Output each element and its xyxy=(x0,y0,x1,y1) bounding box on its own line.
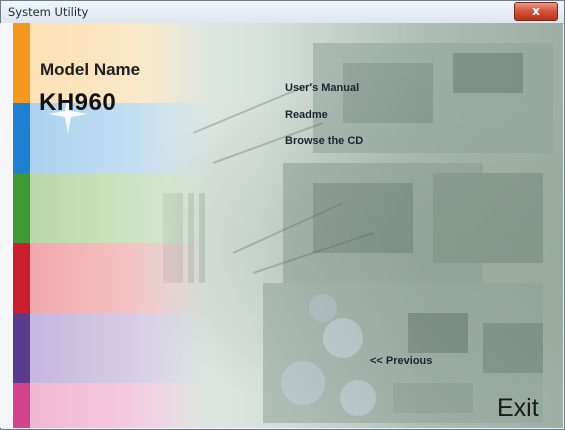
readme-link[interactable]: Readme xyxy=(285,109,328,121)
close-button[interactable]: x xyxy=(514,2,558,21)
browse-cd-link[interactable]: Browse the CD xyxy=(285,135,363,147)
stripe-purple xyxy=(13,313,208,383)
title-bar[interactable]: System Utility x xyxy=(1,1,564,24)
model-id: KH960 xyxy=(39,89,117,116)
stripe-red xyxy=(13,243,208,313)
users-manual-link[interactable]: User's Manual xyxy=(285,82,359,94)
close-icon: x xyxy=(532,4,540,18)
tab-pink xyxy=(13,383,30,428)
tab-purple xyxy=(13,313,30,383)
stripe-green xyxy=(13,173,208,243)
tab-orange xyxy=(13,23,30,103)
exit-button[interactable]: Exit xyxy=(497,394,539,423)
stripe-pink xyxy=(13,383,208,428)
window-title: System Utility xyxy=(8,5,89,19)
tab-green xyxy=(13,173,30,243)
tab-blue xyxy=(13,103,30,173)
previous-button[interactable]: << Previous xyxy=(370,355,432,367)
model-name-label: Model Name xyxy=(40,60,141,79)
left-frame xyxy=(0,23,14,428)
tab-red xyxy=(13,243,30,313)
